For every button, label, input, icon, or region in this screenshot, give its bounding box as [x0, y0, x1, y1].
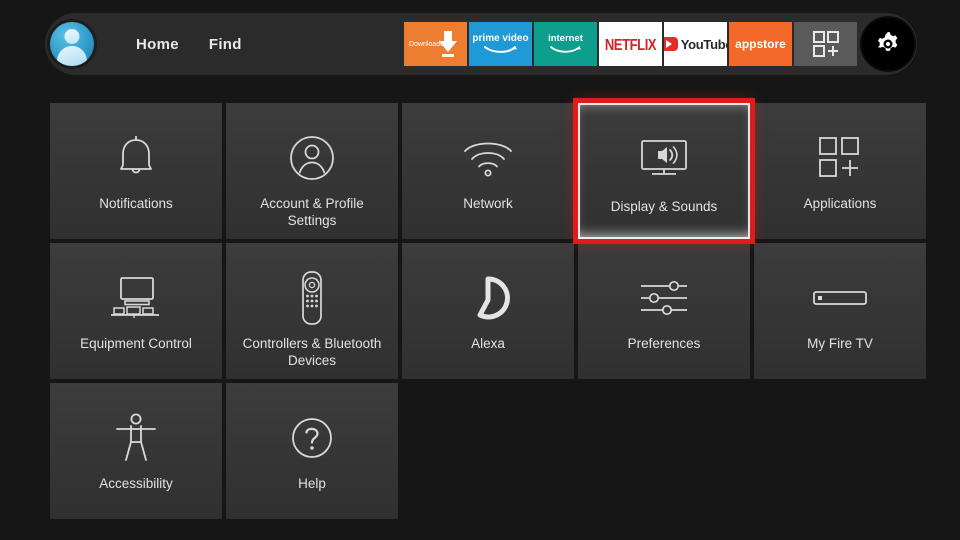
nav-home[interactable]: Home	[136, 36, 179, 53]
app-appstore-label: appstore	[735, 37, 786, 51]
gear-icon	[878, 32, 898, 51]
amazon-smile-icon	[483, 46, 517, 53]
app-downloader[interactable]: Downloader	[404, 22, 467, 66]
app-appstore[interactable]: appstore	[729, 22, 792, 66]
app-internet-label: internet	[548, 33, 583, 45]
grid-empty-slot	[754, 383, 926, 519]
youtube-play-icon	[664, 37, 678, 51]
tile-help[interactable]: Help	[226, 383, 398, 519]
tile-my-fire-tv[interactable]: My Fire TV	[754, 243, 926, 379]
tile-accessibility-label: Accessibility	[99, 476, 173, 491]
app-internet[interactable]: internet	[534, 22, 597, 66]
app-prime-video-label: prime video	[472, 33, 529, 44]
tile-alexa[interactable]: Alexa	[402, 243, 574, 379]
tile-network[interactable]: Network	[402, 103, 574, 239]
tile-display-sounds[interactable]: Display & Sounds	[573, 98, 755, 244]
tile-notifications-label: Notifications	[99, 196, 173, 211]
tile-help-label: Help	[298, 476, 326, 491]
amazon-smile-icon	[549, 45, 581, 53]
tile-alexa-label: Alexa	[471, 336, 505, 351]
bell-icon	[113, 127, 159, 189]
app-grid[interactable]	[794, 22, 857, 66]
fire-tv-settings-screen: Home Find Downloader prime video interne…	[0, 0, 960, 540]
tile-equipment-control[interactable]: Equipment Control	[50, 243, 222, 379]
grid-empty-slot	[402, 383, 574, 519]
alexa-ring-icon	[465, 267, 511, 329]
top-navigation-bar: Home Find Downloader prime video interne…	[45, 13, 917, 75]
app-netflix-label: NETFLIX	[604, 35, 657, 53]
app-prime-video[interactable]: prime video	[469, 22, 532, 66]
app-shortcut-row: Downloader prime video internet NETFLIX …	[404, 13, 917, 75]
app-youtube-label: YouTube	[680, 36, 727, 52]
tile-account-profile-settings[interactable]: Account & Profile Settings	[226, 103, 398, 239]
wifi-icon	[461, 127, 515, 189]
tile-my-fire-tv-label: My Fire TV	[807, 336, 873, 351]
tile-accessibility[interactable]: Accessibility	[50, 383, 222, 519]
sliders-icon	[637, 267, 691, 329]
nav-find[interactable]: Find	[209, 36, 242, 53]
tile-applications[interactable]: Applications	[754, 103, 926, 239]
tile-preferences-label: Preferences	[627, 336, 701, 351]
accessibility-person-icon	[113, 407, 159, 469]
user-avatar-icon[interactable]	[50, 22, 94, 66]
tile-applications-label: Applications	[803, 196, 877, 211]
tile-display-sounds-label: Display & Sounds	[610, 199, 718, 214]
question-circle-icon	[289, 407, 335, 469]
avatar-body	[57, 46, 87, 66]
tile-controllers-bluetooth-devices[interactable]: Controllers & Bluetooth Devices	[226, 243, 398, 379]
settings-gear-button[interactable]	[862, 18, 914, 70]
settings-tile-grid: Notifications Account & Profile Settings	[50, 98, 926, 519]
grid-plus-icon	[816, 127, 864, 189]
firetv-stick-icon	[811, 267, 869, 329]
app-youtube[interactable]: YouTube	[664, 22, 727, 66]
remote-control-icon	[299, 267, 325, 329]
tv-equipment-icon	[109, 267, 163, 329]
tile-equipment-control-label: Equipment Control	[80, 336, 192, 351]
app-netflix[interactable]: NETFLIX	[599, 22, 662, 66]
person-circle-icon	[288, 127, 336, 189]
tile-account-profile-settings-label: Account & Profile Settings	[260, 196, 364, 229]
grid-plus-icon	[812, 31, 839, 57]
avatar-head	[64, 29, 80, 44]
tile-notifications[interactable]: Notifications	[50, 103, 222, 239]
tile-network-label: Network	[463, 196, 513, 211]
tv-speaker-icon	[637, 127, 691, 189]
download-arrow-icon	[439, 31, 457, 57]
tile-preferences[interactable]: Preferences	[578, 243, 750, 379]
tile-controllers-bluetooth-devices-label: Controllers & Bluetooth Devices	[242, 336, 382, 369]
grid-empty-slot	[578, 383, 750, 519]
